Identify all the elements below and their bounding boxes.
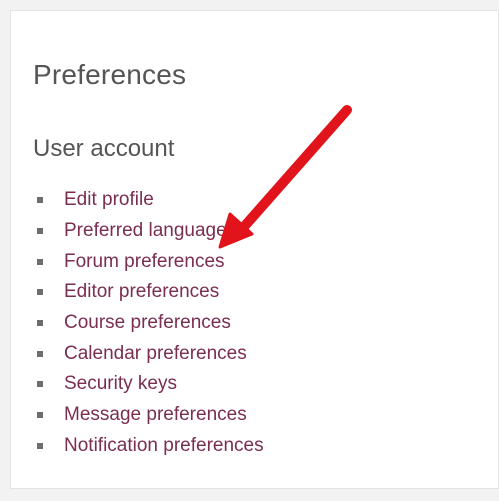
list-item-calendar-preferences: Calendar preferences <box>33 338 264 369</box>
bullet-icon <box>37 258 43 265</box>
course-preferences-link[interactable]: Course preferences <box>64 312 231 334</box>
bullet-icon <box>37 197 43 204</box>
bullet-icon <box>37 442 43 449</box>
list-item-notification-preferences: Notification preferences <box>33 431 264 462</box>
bullet-icon <box>37 320 43 327</box>
list-item-preferred-language: Preferred language <box>33 216 264 247</box>
bullet-icon <box>37 289 43 296</box>
list-item-editor-preferences: Editor preferences <box>33 277 264 308</box>
message-preferences-link[interactable]: Message preferences <box>64 404 247 426</box>
calendar-preferences-link[interactable]: Calendar preferences <box>64 343 247 365</box>
bullet-icon <box>37 228 43 235</box>
list-item-course-preferences: Course preferences <box>33 308 264 339</box>
list-item-edit-profile: Edit profile <box>33 185 264 216</box>
list-item-security-keys: Security keys <box>33 369 264 400</box>
bullet-icon <box>37 412 43 419</box>
edit-profile-link[interactable]: Edit profile <box>64 189 154 211</box>
section-title-user-account: User account <box>33 135 175 162</box>
forum-preferences-link[interactable]: Forum preferences <box>64 251 225 273</box>
editor-preferences-link[interactable]: Editor preferences <box>64 281 219 303</box>
user-account-link-list: Edit profile Preferred language Forum pr… <box>33 185 264 461</box>
list-item-message-preferences: Message preferences <box>33 400 264 431</box>
list-item-forum-preferences: Forum preferences <box>33 246 264 277</box>
notification-preferences-link[interactable]: Notification preferences <box>64 435 264 457</box>
preferences-card: Preferences User account Edit profile Pr… <box>10 10 499 489</box>
bullet-icon <box>37 350 43 357</box>
preferred-language-link[interactable]: Preferred language <box>64 220 227 242</box>
page-title: Preferences <box>33 59 187 90</box>
bullet-icon <box>37 381 43 388</box>
security-keys-link[interactable]: Security keys <box>64 373 177 395</box>
